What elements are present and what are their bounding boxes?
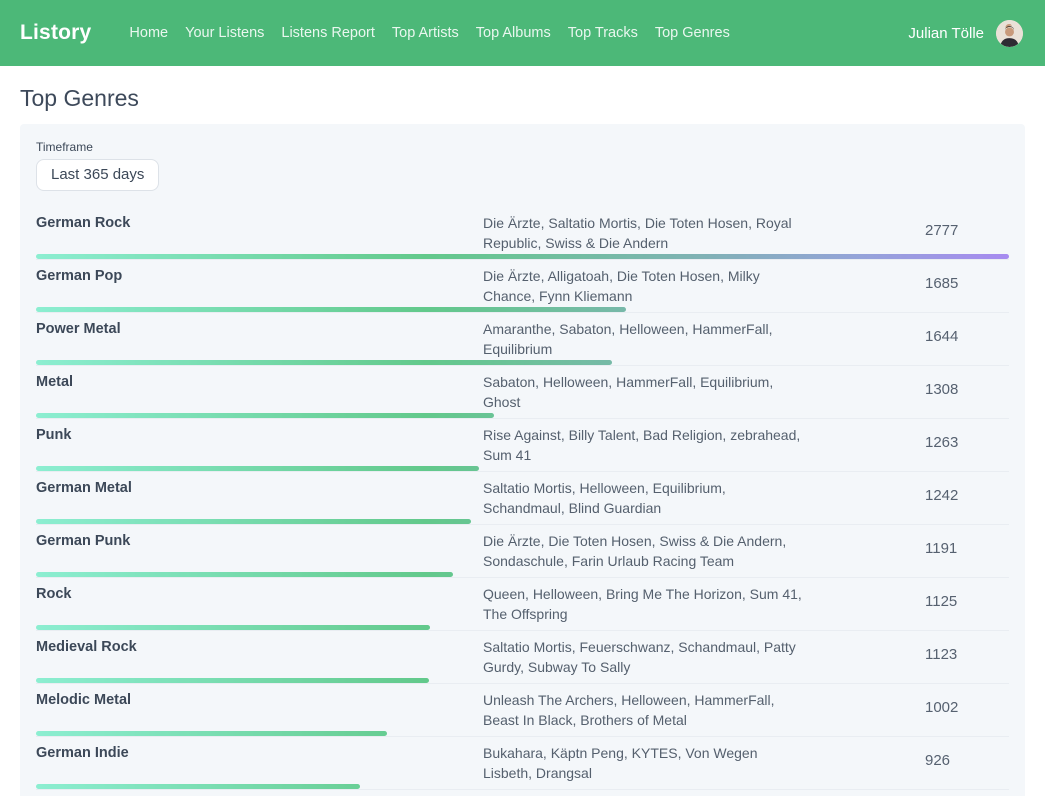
genre-count: 2777 <box>925 213 1009 253</box>
user-avatar[interactable] <box>996 20 1023 47</box>
genre-artists: Die Ärzte, Alligatoah, Die Toten Hosen, … <box>483 266 803 306</box>
genre-count: 926 <box>925 743 1009 783</box>
genre-artists: Bukahara, Käptn Peng, KYTES, Von Wegen L… <box>483 743 803 783</box>
genre-artists: Saltatio Mortis, Feuerschwanz, Schandmau… <box>483 637 803 677</box>
genre-artists: Amaranthe, Sabaton, Helloween, HammerFal… <box>483 319 803 359</box>
nav-link-top-genres[interactable]: Top Genres <box>655 25 730 41</box>
genre-bar <box>36 254 1009 259</box>
genre-bar <box>36 307 626 312</box>
timeframe-select[interactable]: Last 365 days <box>36 159 159 191</box>
genre-bar <box>36 678 429 683</box>
genre-row[interactable]: German Punk Die Ärzte, Die Toten Hosen, … <box>36 525 1009 578</box>
genre-name: Punk <box>36 425 483 465</box>
genre-bar-fill <box>36 572 453 577</box>
genre-name: German Pop <box>36 266 483 306</box>
genre-count: 1263 <box>925 425 1009 465</box>
timeframe-label: Timeframe <box>36 140 1009 154</box>
genre-artists: Die Ärzte, Die Toten Hosen, Swiss & Die … <box>483 531 803 571</box>
app-logo[interactable]: Listory <box>20 21 91 45</box>
genre-bar-fill <box>36 360 612 365</box>
genre-count: 1644 <box>925 319 1009 359</box>
genre-count: 1685 <box>925 266 1009 306</box>
genre-count: 1123 <box>925 637 1009 677</box>
genre-bar <box>36 625 430 630</box>
genre-count: 1125 <box>925 584 1009 624</box>
genres-table: German Rock Die Ärzte, Saltatio Mortis, … <box>36 207 1009 790</box>
genre-row[interactable]: Melodic Metal Unleash The Archers, Hello… <box>36 684 1009 737</box>
genre-artists: Die Ärzte, Saltatio Mortis, Die Toten Ho… <box>483 213 803 253</box>
genre-artists: Unleash The Archers, Helloween, HammerFa… <box>483 690 803 730</box>
genre-count: 1308 <box>925 372 1009 412</box>
genre-name: German Indie <box>36 743 483 783</box>
genre-artists: Queen, Helloween, Bring Me The Horizon, … <box>483 584 803 624</box>
genre-name: Rock <box>36 584 483 624</box>
user-name: Julian Tölle <box>908 25 984 42</box>
genre-bar-fill <box>36 413 494 418</box>
genre-bar <box>36 572 453 577</box>
nav-links: Home Your Listens Listens Report Top Artist… <box>129 25 908 41</box>
genre-name: Melodic Metal <box>36 690 483 730</box>
genre-row[interactable]: Metal Sabaton, Helloween, HammerFall, Eq… <box>36 366 1009 419</box>
genre-count: 1242 <box>925 478 1009 518</box>
genre-bar-fill <box>36 625 430 630</box>
user-menu[interactable]: Julian Tölle <box>908 20 1023 47</box>
nav-link-top-artists[interactable]: Top Artists <box>392 25 459 41</box>
genre-artists: Rise Against, Billy Talent, Bad Religion… <box>483 425 803 465</box>
genre-bar <box>36 360 612 365</box>
top-genres-card: Timeframe Last 365 days German Rock Die … <box>20 124 1025 796</box>
nav-link-home[interactable]: Home <box>129 25 168 41</box>
genre-row[interactable]: German Rock Die Ärzte, Saltatio Mortis, … <box>36 207 1009 260</box>
genre-name: German Rock <box>36 213 483 253</box>
nav-link-top-tracks[interactable]: Top Tracks <box>568 25 638 41</box>
genre-bar <box>36 731 387 736</box>
genre-bar-fill <box>36 731 387 736</box>
genre-name: Medieval Rock <box>36 637 483 677</box>
genre-count: 1191 <box>925 531 1009 571</box>
genre-row[interactable]: Power Metal Amaranthe, Sabaton, Hellowee… <box>36 313 1009 366</box>
nav-link-top-albums[interactable]: Top Albums <box>476 25 551 41</box>
genre-count: 1002 <box>925 690 1009 730</box>
genre-bar-fill <box>36 784 360 789</box>
genre-row[interactable]: Medieval Rock Saltatio Mortis, Feuerschw… <box>36 631 1009 684</box>
genre-row[interactable]: Rock Queen, Helloween, Bring Me The Hori… <box>36 578 1009 631</box>
timeframe-filter: Timeframe Last 365 days <box>36 140 1009 191</box>
genre-bar <box>36 413 494 418</box>
avatar-photo-icon <box>996 20 1023 47</box>
genre-bar-fill <box>36 466 479 471</box>
genre-bar-fill <box>36 254 1009 259</box>
genre-name: Power Metal <box>36 319 483 359</box>
genre-bar-fill <box>36 307 626 312</box>
genre-bar <box>36 784 360 789</box>
genre-bar-fill <box>36 519 471 524</box>
main-content: Top Genres Timeframe Last 365 days Germa… <box>0 84 1045 796</box>
genre-artists: Saltatio Mortis, Helloween, Equilibrium,… <box>483 478 803 518</box>
genre-row[interactable]: German Pop Die Ärzte, Alligatoah, Die To… <box>36 260 1009 313</box>
genre-row[interactable]: German Metal Saltatio Mortis, Helloween,… <box>36 472 1009 525</box>
genre-name: German Punk <box>36 531 483 571</box>
page-title: Top Genres <box>20 84 1025 112</box>
genre-artists: Sabaton, Helloween, HammerFall, Equilibr… <box>483 372 803 412</box>
genre-name: German Metal <box>36 478 483 518</box>
genre-bar-fill <box>36 678 429 683</box>
genre-bar <box>36 519 471 524</box>
genre-row[interactable]: German Indie Bukahara, Käptn Peng, KYTES… <box>36 737 1009 790</box>
navbar: Listory Home Your Listens Listens Report To… <box>0 0 1045 66</box>
nav-link-your-listens[interactable]: Your Listens <box>185 25 264 41</box>
genre-bar <box>36 466 479 471</box>
genre-row[interactable]: Punk Rise Against, Billy Talent, Bad Rel… <box>36 419 1009 472</box>
nav-link-listens-report[interactable]: Listens Report <box>281 25 375 41</box>
genre-name: Metal <box>36 372 483 412</box>
